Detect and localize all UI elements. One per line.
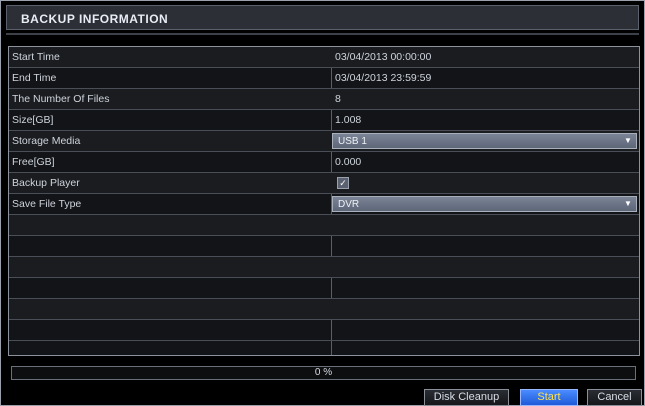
number-of-files-label: The Number Of Files [12,93,110,105]
empty-row [9,320,639,341]
row-start-time: Start Time 03/04/2013 00:00:00 [9,47,639,68]
backup-info-table: Start Time 03/04/2013 00:00:00 End Time … [8,46,640,356]
row-storage-media: Storage Media USB 1 ▼ [9,131,639,152]
chevron-down-icon[interactable]: ▼ [623,199,633,209]
free-label: Free[GB] [12,156,55,168]
disk-cleanup-button[interactable]: Disk Cleanup [424,389,509,406]
end-time-label: End Time [12,72,57,84]
start-time-label: Start Time [12,51,60,63]
backup-player-label: Backup Player [12,177,80,189]
storage-media-selected: USB 1 [338,136,367,147]
start-button[interactable]: Start [520,389,578,406]
title-bar: BACKUP INFORMATION [6,5,639,30]
backup-information-dialog: BACKUP INFORMATION Start Time 03/04/2013… [0,0,645,406]
save-file-type-select[interactable]: DVR ▼ [332,196,637,212]
empty-row [9,299,639,320]
empty-row [9,278,639,299]
save-file-type-selected: DVR [338,199,360,210]
chevron-down-icon[interactable]: ▼ [623,136,633,146]
save-file-type-label: Save File Type [12,198,82,210]
row-number-of-files: The Number Of Files 8 [9,89,639,110]
title-divider [6,33,639,35]
row-backup-player: Backup Player ✓ [9,173,639,194]
free-value: 0.000 [335,156,362,168]
backup-progress-bar: 0 % [11,366,636,380]
end-time-value: 03/04/2013 23:59:59 [335,72,432,84]
row-size: Size[GB] 1.008 [9,110,639,131]
row-save-file-type: Save File Type DVR ▼ [9,194,639,215]
empty-row [9,236,639,257]
cancel-button[interactable]: Cancel [587,389,642,406]
start-time-value: 03/04/2013 00:00:00 [335,51,432,63]
backup-player-checkbox[interactable]: ✓ [337,177,349,189]
size-label: Size[GB] [12,114,54,126]
dialog-title: BACKUP INFORMATION [21,12,169,26]
empty-row [9,215,639,236]
row-end-time: End Time 03/04/2013 23:59:59 [9,68,639,89]
storage-media-label: Storage Media [12,135,81,147]
size-value: 1.008 [335,114,362,126]
row-free: Free[GB] 0.000 [9,152,639,173]
empty-row [9,257,639,278]
number-of-files-value: 8 [335,93,341,105]
storage-media-select[interactable]: USB 1 ▼ [332,133,637,149]
progress-text: 0 % [314,367,333,378]
